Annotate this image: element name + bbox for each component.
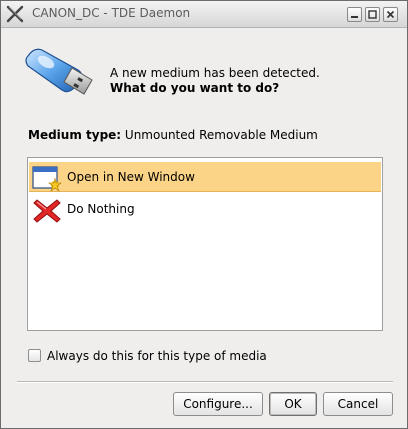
maximize-button[interactable] (365, 7, 380, 22)
dialog-window: CANON_DC - TDE Daemon A new medium has b… (0, 0, 408, 429)
always-do-this-label[interactable]: Always do this for this type of media (47, 349, 267, 363)
window-title: CANON_DC - TDE Daemon (32, 6, 191, 20)
open-window-icon (32, 166, 62, 192)
list-item-label: Open in New Window (67, 170, 195, 184)
tde-x-icon (6, 5, 24, 23)
maximize-icon (368, 10, 377, 19)
question-message: What do you want to do? (110, 81, 280, 95)
ok-button[interactable]: OK (269, 392, 317, 416)
medium-type-row: Medium type: Unmounted Removable Medium (28, 128, 318, 142)
list-item-do-nothing[interactable]: Do Nothing (29, 194, 381, 224)
action-list[interactable]: Open in New Window Do Nothing (27, 157, 383, 331)
list-item-open-in-new-window[interactable]: Open in New Window (29, 162, 381, 192)
minimize-button[interactable] (347, 7, 362, 22)
configure-button[interactable]: Configure... (173, 392, 263, 416)
list-item-label: Do Nothing (67, 202, 135, 216)
cancel-button[interactable]: Cancel (323, 392, 393, 416)
usb-drive-icon (25, 48, 93, 95)
medium-type-label: Medium type: (28, 128, 122, 142)
close-icon (386, 10, 395, 19)
detected-message: A new medium has been detected. (110, 66, 320, 80)
title-bar[interactable]: CANON_DC - TDE Daemon (1, 1, 407, 28)
separator (17, 381, 393, 383)
cancel-x-icon (33, 199, 61, 223)
medium-type-value: Unmounted Removable Medium (124, 128, 318, 142)
close-button[interactable] (383, 7, 398, 22)
always-do-this-checkbox[interactable] (28, 349, 41, 362)
minimize-icon (351, 16, 358, 18)
